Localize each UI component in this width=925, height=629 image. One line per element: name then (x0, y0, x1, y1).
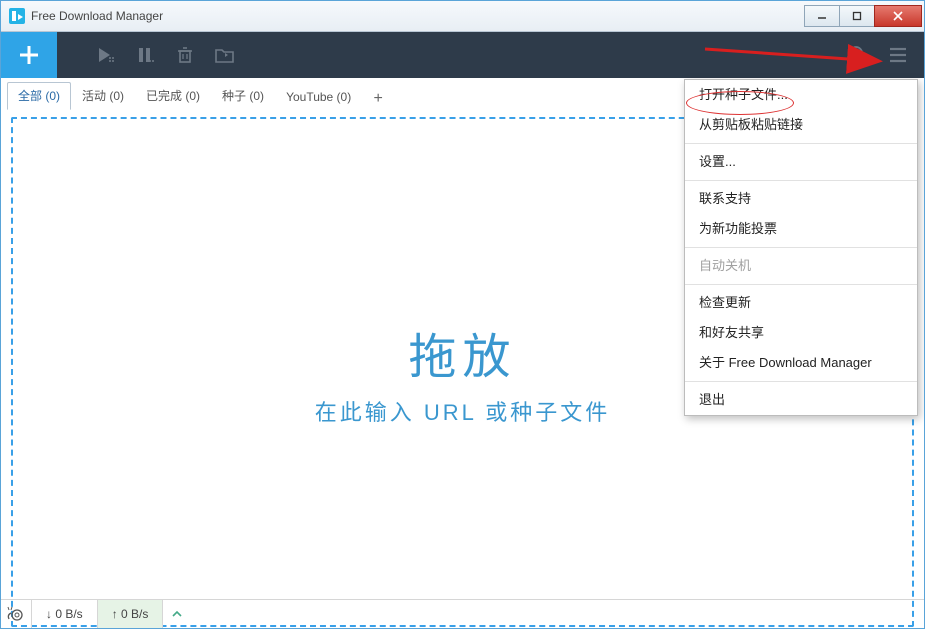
app-window: Free Download Manager (0, 0, 925, 629)
toolbar-action-group (85, 32, 245, 78)
pause-icon (135, 45, 155, 65)
title-bar: Free Download Manager (1, 1, 924, 32)
main-toolbar (1, 32, 924, 78)
menu-separator (685, 247, 917, 248)
menu-item[interactable]: 为新功能投票 (685, 214, 917, 244)
folder-icon (214, 45, 236, 65)
search-icon (847, 44, 869, 66)
speed-panel-toggle[interactable] (163, 600, 191, 628)
filter-tab[interactable]: 已完成 (0) (135, 82, 211, 110)
snail-icon (6, 606, 26, 622)
dropzone-subtitle: 在此输入 URL 或种子文件 (315, 395, 610, 427)
toolbar-right-group (838, 32, 924, 78)
menu-separator (685, 143, 917, 144)
window-title: Free Download Manager (31, 9, 163, 23)
window-buttons (804, 5, 922, 27)
menu-item[interactable]: 打开种子文件... (685, 80, 917, 110)
download-speed: ↓ 0 B/s (32, 600, 97, 628)
menu-item[interactable]: 设置... (685, 147, 917, 177)
search-button[interactable] (838, 32, 878, 78)
filter-tab[interactable]: 全部 (0) (7, 82, 71, 110)
dropzone-title: 拖放 (408, 317, 516, 387)
menu-item: 自动关机 (685, 251, 917, 281)
menu-separator (685, 284, 917, 285)
close-button[interactable] (874, 5, 922, 27)
chevron-up-icon (171, 608, 183, 620)
move-to-folder-button[interactable] (205, 32, 245, 78)
main-menu-popup: 打开种子文件...从剪贴板粘贴链接设置... 联系支持为新功能投票自动关机检查更新… (684, 79, 918, 416)
menu-item[interactable]: 联系支持 (685, 184, 917, 214)
filter-tab[interactable]: YouTube (0) (275, 85, 362, 110)
add-download-button[interactable] (1, 32, 57, 78)
play-icon (95, 45, 115, 65)
delete-button[interactable] (165, 32, 205, 78)
minimize-button[interactable] (804, 5, 840, 27)
menu-item[interactable]: 和好友共享 (685, 318, 917, 348)
app-icon (9, 8, 25, 24)
maximize-button[interactable] (839, 5, 875, 27)
menu-item[interactable]: 从剪贴板粘贴链接 (685, 110, 917, 140)
add-tab-button[interactable]: + (366, 88, 390, 110)
trash-icon (175, 45, 195, 65)
hamburger-menu-button[interactable] (878, 32, 918, 78)
hamburger-icon (887, 44, 909, 66)
plus-icon: + (374, 90, 383, 108)
menu-separator (685, 381, 917, 382)
menu-item[interactable]: 检查更新 (685, 288, 917, 318)
filter-tab[interactable]: 种子 (0) (211, 82, 275, 110)
pause-button[interactable] (125, 32, 165, 78)
status-bar: ↓ 0 B/s ↑ 0 B/s (1, 599, 924, 628)
menu-separator (685, 180, 917, 181)
filter-tab[interactable]: 活动 (0) (71, 82, 135, 110)
speed-limit-button[interactable] (1, 600, 32, 628)
menu-item[interactable]: 退出 (685, 385, 917, 415)
upload-speed: ↑ 0 B/s (97, 600, 164, 628)
start-button[interactable] (85, 32, 125, 78)
menu-item[interactable]: 关于 Free Download Manager (685, 348, 917, 378)
